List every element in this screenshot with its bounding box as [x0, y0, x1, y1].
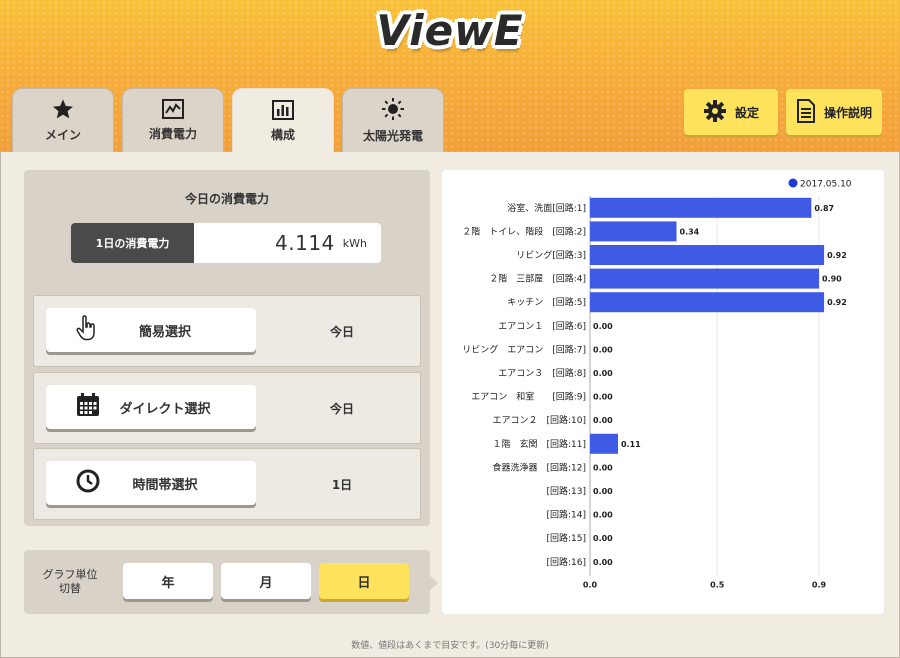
bar-value-label: 0.87 — [814, 204, 834, 213]
bar — [590, 197, 812, 218]
category-label: [回路:13] — [546, 485, 586, 497]
clock-icon — [76, 469, 100, 497]
bar-value-label: 0.00 — [593, 511, 613, 520]
category-label: ２階 三部屋 [回路:4] — [489, 273, 586, 285]
category-label: [回路:16] — [546, 556, 586, 568]
bar-value-label: 0.92 — [827, 298, 847, 307]
direct-select-value: 今日 — [329, 402, 354, 416]
tab-label: メイン — [44, 128, 81, 142]
category-label: [回路:14] — [546, 509, 586, 521]
gear-icon — [703, 99, 727, 126]
category-label: [回路:15] — [546, 532, 586, 544]
category-label: 浴室、洗面[回路:1] — [507, 202, 586, 214]
bar — [590, 292, 825, 313]
daily-consumption-box: 1日の消費電力 4.114 kWh — [71, 223, 381, 263]
tab-solar[interactable]: 太陽光発電 — [342, 88, 444, 152]
sun-icon — [381, 97, 405, 121]
tab-label: 太陽光発電 — [362, 129, 423, 143]
settings-button[interactable]: 設定 — [684, 89, 778, 135]
bar — [590, 245, 825, 265]
legend-label: 2017.05.10 — [800, 180, 852, 190]
tab-label: 構成 — [270, 128, 295, 142]
category-label: エアコン２ [回路:10] — [492, 414, 586, 426]
graph-unit-panel: グラフ単位 切替 年 月 日 — [24, 550, 430, 614]
mode-row-direct: ダイレクト選択 今日 — [33, 372, 421, 444]
header: ViewE メイン 消費電力 構成 太陽光発電 設定 操作説明 — [0, 0, 900, 154]
manual-button[interactable]: 操作説明 — [786, 89, 882, 135]
tab-label: 消費電力 — [148, 127, 197, 141]
bar-value-label: 0.00 — [593, 322, 613, 331]
direct-select-button[interactable]: ダイレクト選択 — [46, 385, 256, 429]
bar-value-label: 0.00 — [593, 416, 613, 425]
bar-value-label: 0.00 — [593, 558, 613, 567]
category-label: エアコン 和室 [回路:9] — [471, 391, 586, 403]
category-label: エアコン１ [回路:6] — [498, 320, 586, 332]
tab-main[interactable]: メイン — [12, 88, 114, 152]
time-select-button[interactable]: 時間帯選択 — [46, 461, 256, 505]
footer-note: 数値、値段はあくまで目安です。(30分毎に更新) — [351, 641, 549, 651]
daily-consumption-unit: kWh — [342, 236, 367, 250]
graph-unit-label-line1: グラフ単位 — [42, 568, 98, 581]
line-chart-icon — [162, 99, 184, 119]
legend-marker — [788, 178, 798, 188]
simple-select-button[interactable]: 簡易選択 — [46, 308, 256, 352]
tab-consumption[interactable]: 消費電力 — [122, 88, 224, 152]
category-label: エアコン３ [回路:8] — [498, 367, 586, 379]
bar-value-label: 0.00 — [593, 345, 613, 354]
category-label: ２階 トイレ、階段 [回路:2] — [462, 225, 586, 237]
category-label: 食器洗浄器 [回路:12] — [492, 461, 586, 473]
bar-value-label: 0.00 — [593, 369, 613, 378]
daily-consumption-value: 4.114 — [275, 231, 335, 255]
manual-label: 操作説明 — [823, 105, 872, 120]
calendar-icon — [76, 393, 100, 421]
tab-bar: メイン 消費電力 構成 太陽光発電 — [12, 88, 444, 154]
panel-arrow — [428, 574, 438, 592]
app-logo: ViewE — [376, 6, 524, 55]
simple-select-value: 今日 — [329, 325, 354, 339]
x-tick-label: 0.5 — [710, 581, 725, 590]
bar — [590, 221, 677, 242]
bar-value-label: 0.00 — [593, 534, 613, 543]
bar-value-label: 0.90 — [822, 275, 842, 284]
bar-value-label: 0.11 — [621, 440, 641, 449]
bar-value-label: 0.00 — [593, 393, 613, 402]
summary-title: 今日の消費電力 — [184, 192, 269, 206]
x-tick-label: 0.9 — [812, 581, 827, 590]
daily-consumption-key: 1日の消費電力 — [71, 223, 194, 263]
mode-row-simple: 簡易選択 今日 — [33, 295, 421, 367]
star-icon — [52, 98, 74, 120]
category-label: リビング エアコン [回路:7] — [462, 343, 586, 355]
bar — [590, 268, 819, 289]
bar — [590, 433, 618, 454]
mode-row-time: 時間帯選択 1日 — [33, 448, 421, 520]
x-tick-label: 0.0 — [583, 581, 598, 590]
bar-value-label: 0.92 — [827, 251, 847, 260]
unit-day-button[interactable]: 日 — [319, 563, 409, 599]
category-label: １階 玄関 [回路:11] — [492, 438, 586, 450]
graph-unit-label: グラフ単位 切替 — [34, 568, 106, 596]
graph-unit-label-line2: 切替 — [59, 582, 81, 595]
category-label: キッチン [回路:5] — [507, 296, 586, 308]
summary-panel: 今日の消費電力 1日の消費電力 4.114 kWh 簡易選択 今日 ダイレクト選… — [24, 170, 430, 526]
bar-value-label: 0.00 — [593, 463, 613, 472]
time-select-value: 1日 — [331, 478, 353, 492]
settings-label: 設定 — [734, 105, 759, 120]
bar-value-label: 0.34 — [680, 227, 700, 236]
unit-month-button[interactable]: 月 — [221, 563, 311, 599]
bar-value-label: 0.00 — [593, 487, 613, 496]
hand-pointer-icon — [76, 315, 96, 345]
bar-chart-icon — [272, 100, 294, 120]
document-icon — [796, 98, 816, 126]
unit-year-button[interactable]: 年 — [123, 563, 213, 599]
bar-chart: 0.0 0.5 0.9 2017.05.10 浴室、洗面[回路:1] 0.87 ２階 トイレ… — [462, 178, 852, 590]
tab-composition[interactable]: 構成 — [232, 88, 334, 154]
category-label: リビング[回路:3] — [516, 249, 586, 261]
chart-panel: 0.0 0.5 0.9 2017.05.10 浴室、洗面[回路:1] 0.87 ２階 トイレ… — [442, 170, 884, 614]
